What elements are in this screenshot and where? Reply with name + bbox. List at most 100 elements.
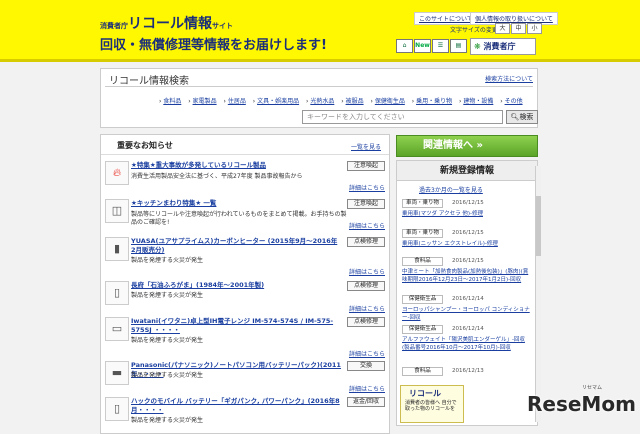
notice-title[interactable]: YUASA(ユアサプライムス)カーボンヒーター (2015年9月〜2016年2月… [131, 237, 341, 255]
category-link[interactable]: 建物・設備 [463, 98, 493, 105]
category-link[interactable]: 文具・娯楽用品 [257, 98, 299, 105]
registration-category: 食料品 [402, 367, 443, 376]
registration-title[interactable]: アルファウェイト「陽沢美肌エンダーゲル」-回収(製品番号2016年10月〜201… [402, 336, 530, 352]
registration-date: 2016/12/14 [452, 296, 484, 302]
registration-date: 2016/12/14 [452, 326, 484, 332]
notice-desc: 製品を発煙する火災が発生 [131, 257, 204, 264]
past-three-months-link[interactable]: 過去3か月の一覧を見る [419, 185, 483, 194]
notice-tag: 点検修理 [347, 237, 385, 247]
registration-date: 2016/12/15 [452, 230, 484, 236]
fontsize-medium-button[interactable]: 中 [511, 23, 526, 34]
agency-leaf-icon: ❋ [474, 42, 481, 51]
category-link[interactable]: 家電製品 [193, 98, 217, 105]
registration-date: 2016/12/15 [452, 200, 484, 206]
notice-tag: 点検修理 [347, 281, 385, 291]
related-info-button[interactable]: 関連情報へ » [396, 135, 538, 157]
fontsize-large-button[interactable]: 大 [495, 23, 510, 34]
important-notices-panel: 重要なお知らせ 一覧を見る 🔥︎ ★特集★重大事故が多発しているリコール製品 消… [100, 134, 390, 434]
divider [105, 86, 533, 87]
notices-header: 重要なお知らせ 一覧を見る [101, 135, 389, 155]
notice-tag: 返金/回収 [347, 397, 385, 407]
banner-title: リコール [409, 389, 441, 398]
kitchen-icon: ◫ [105, 199, 129, 223]
notice-tag: 注意喚起 [347, 161, 385, 171]
list-icon[interactable]: ☰ [432, 39, 449, 53]
notice-desc: 製品を発煙する火災が発生 [131, 337, 204, 344]
registration-category: 車両・乗り物 [402, 199, 443, 208]
print-icon[interactable]: ▤ [450, 39, 467, 53]
watermark-kana: リセマム [582, 385, 603, 391]
recall-banner[interactable]: リコール 消費者の皆様へ 自分で取った物のリコールを [400, 385, 464, 423]
registration-category: 保健衛生品 [402, 295, 443, 304]
mobile-battery-icon: ▯ [105, 397, 129, 421]
resemom-watermark: ReseMom [527, 392, 636, 416]
category-link[interactable]: その他 [505, 98, 523, 105]
site-header: 消費者庁リコール情報サイト 回収・無償修理等情報をお届けします! このサイトにつ… [0, 0, 640, 62]
notice-desc: 製品を発煙する火災が発生 [131, 372, 204, 379]
category-link[interactable]: 住居品 [228, 98, 246, 105]
category-links: › 食料品 › 家電製品 › 住居品 › 文具・娯楽用品 › 光熱水品 › 被服… [159, 98, 523, 105]
search-button-label: 検索 [519, 113, 534, 121]
category-link[interactable]: 乗用・乗り物 [416, 98, 452, 105]
registration-date: 2016/12/15 [452, 258, 484, 264]
keyword-search-input[interactable]: キーワードを入力してください [302, 110, 503, 124]
notice-title[interactable]: ★特集★重大事故が多発しているリコール製品 [131, 161, 341, 170]
notice-detail-link[interactable]: 詳細はこちら [349, 304, 385, 313]
search-panel-title: リコール情報検索 [109, 76, 189, 87]
registration-title[interactable]: 乗用車(マツダ アクセラ 他)-修理 [402, 210, 530, 218]
notice-tag: 注意喚起 [347, 199, 385, 209]
about-link[interactable]: このサイトについて [414, 12, 478, 25]
banner-text: 消費者の皆様へ 自分で取った物のリコールを [405, 400, 457, 412]
fontsize-small-button[interactable]: 小 [527, 23, 542, 34]
notices-title: 重要なお知らせ [117, 141, 173, 150]
fire-icon: 🔥︎ [105, 161, 129, 185]
registration-category: 車両・乗り物 [402, 229, 443, 238]
fontsize-label: 文字サイズの変更 [450, 27, 498, 34]
notice-detail-link[interactable]: 詳細はこちら [349, 221, 385, 230]
heater-icon: ▮ [105, 237, 129, 261]
notice-detail-link[interactable]: 詳細はこちら [349, 267, 385, 276]
scrollbar-thumb[interactable] [536, 196, 541, 256]
boiler-icon: ▯ [105, 281, 129, 305]
category-link[interactable]: 被服品 [346, 98, 364, 105]
notice-title[interactable]: 長府「石油ふろがま」(1984年〜2001年製) [131, 281, 341, 290]
notice-title[interactable]: Iwatani(イワタニ)卓上型IH電子レンジ IM-574-574S / IM… [131, 317, 341, 335]
notice-desc: 消費生活用製品安全法に基づく、平成27年度 製品事故報告から [131, 173, 303, 180]
notice-tag: 交換 [347, 361, 385, 371]
registration-title[interactable]: ヨーロッパシャンプー・ヨーロッパ コンディショナー-回収 [402, 306, 530, 322]
category-link[interactable]: 光熱水品 [310, 98, 334, 105]
notice-desc: 製品を発煙する火災が発生 [131, 292, 204, 299]
registration-title[interactable]: 乗用車(ニッサン エクストレイル)-修理 [402, 240, 530, 248]
logo-main: リコール情報 [128, 16, 212, 32]
notice-desc: 製品等にリコールや注意喚起が行われているものをまとめて掲載。お手持ちの製品のご確… [131, 211, 347, 226]
microwave-icon: ▭ [105, 317, 129, 341]
notice-desc: 製品を発煙する火災が発生 [131, 417, 204, 424]
logo-suffix: サイト [212, 22, 233, 30]
home-icon[interactable]: ⌂ [396, 39, 413, 53]
notice-title[interactable]: ハックのモバイル バッテリー「ギガパンク, パワーパンク」(2016年8月・・・… [131, 397, 341, 415]
new-registrations-title: 新規登録情報 [397, 161, 537, 181]
battery-icon: ▬ [105, 361, 129, 385]
registration-category: 保健衛生品 [402, 325, 443, 334]
notice-detail-link[interactable]: 詳細はこちら [349, 349, 385, 358]
notices-list-link[interactable]: 一覧を見る [351, 142, 381, 151]
site-tagline: 回収・無償修理等情報をお届けします! [100, 38, 327, 53]
agency-label: 消費者庁 [483, 42, 516, 51]
category-link[interactable]: 保健衛生品 [375, 98, 405, 105]
logo-prefix: 消費者庁 [100, 22, 128, 30]
notice-detail-link[interactable]: 詳細はこちら [349, 183, 385, 192]
search-help-link[interactable]: 検索方法について [485, 74, 533, 83]
registrations-scrollbar[interactable] [535, 166, 541, 422]
notice-detail-link[interactable]: 詳細はこちら [349, 384, 385, 393]
new-icon[interactable]: New [414, 39, 431, 53]
registration-date: 2016/12/13 [452, 368, 484, 374]
agency-logo[interactable]: ❋ 消費者庁 [470, 38, 536, 55]
notice-tag: 点検修理 [347, 317, 385, 327]
registration-title[interactable]: 中津ミート「加熱食肉製品(加熱後包装)」(豚肉)(賞味期限2016年12月23日… [402, 268, 530, 284]
category-link[interactable]: 食料品 [163, 98, 181, 105]
search-button[interactable]: 🔍︎検索 [506, 110, 538, 124]
notice-title[interactable]: ★キッチンまわり特集★ 一覧 [131, 199, 341, 208]
recall-search-panel: リコール情報検索 検索方法について › 食料品 › 家電製品 › 住居品 › 文… [100, 68, 538, 128]
site-logo[interactable]: 消費者庁リコール情報サイト [100, 13, 233, 33]
registration-category: 食料品 [402, 257, 443, 266]
